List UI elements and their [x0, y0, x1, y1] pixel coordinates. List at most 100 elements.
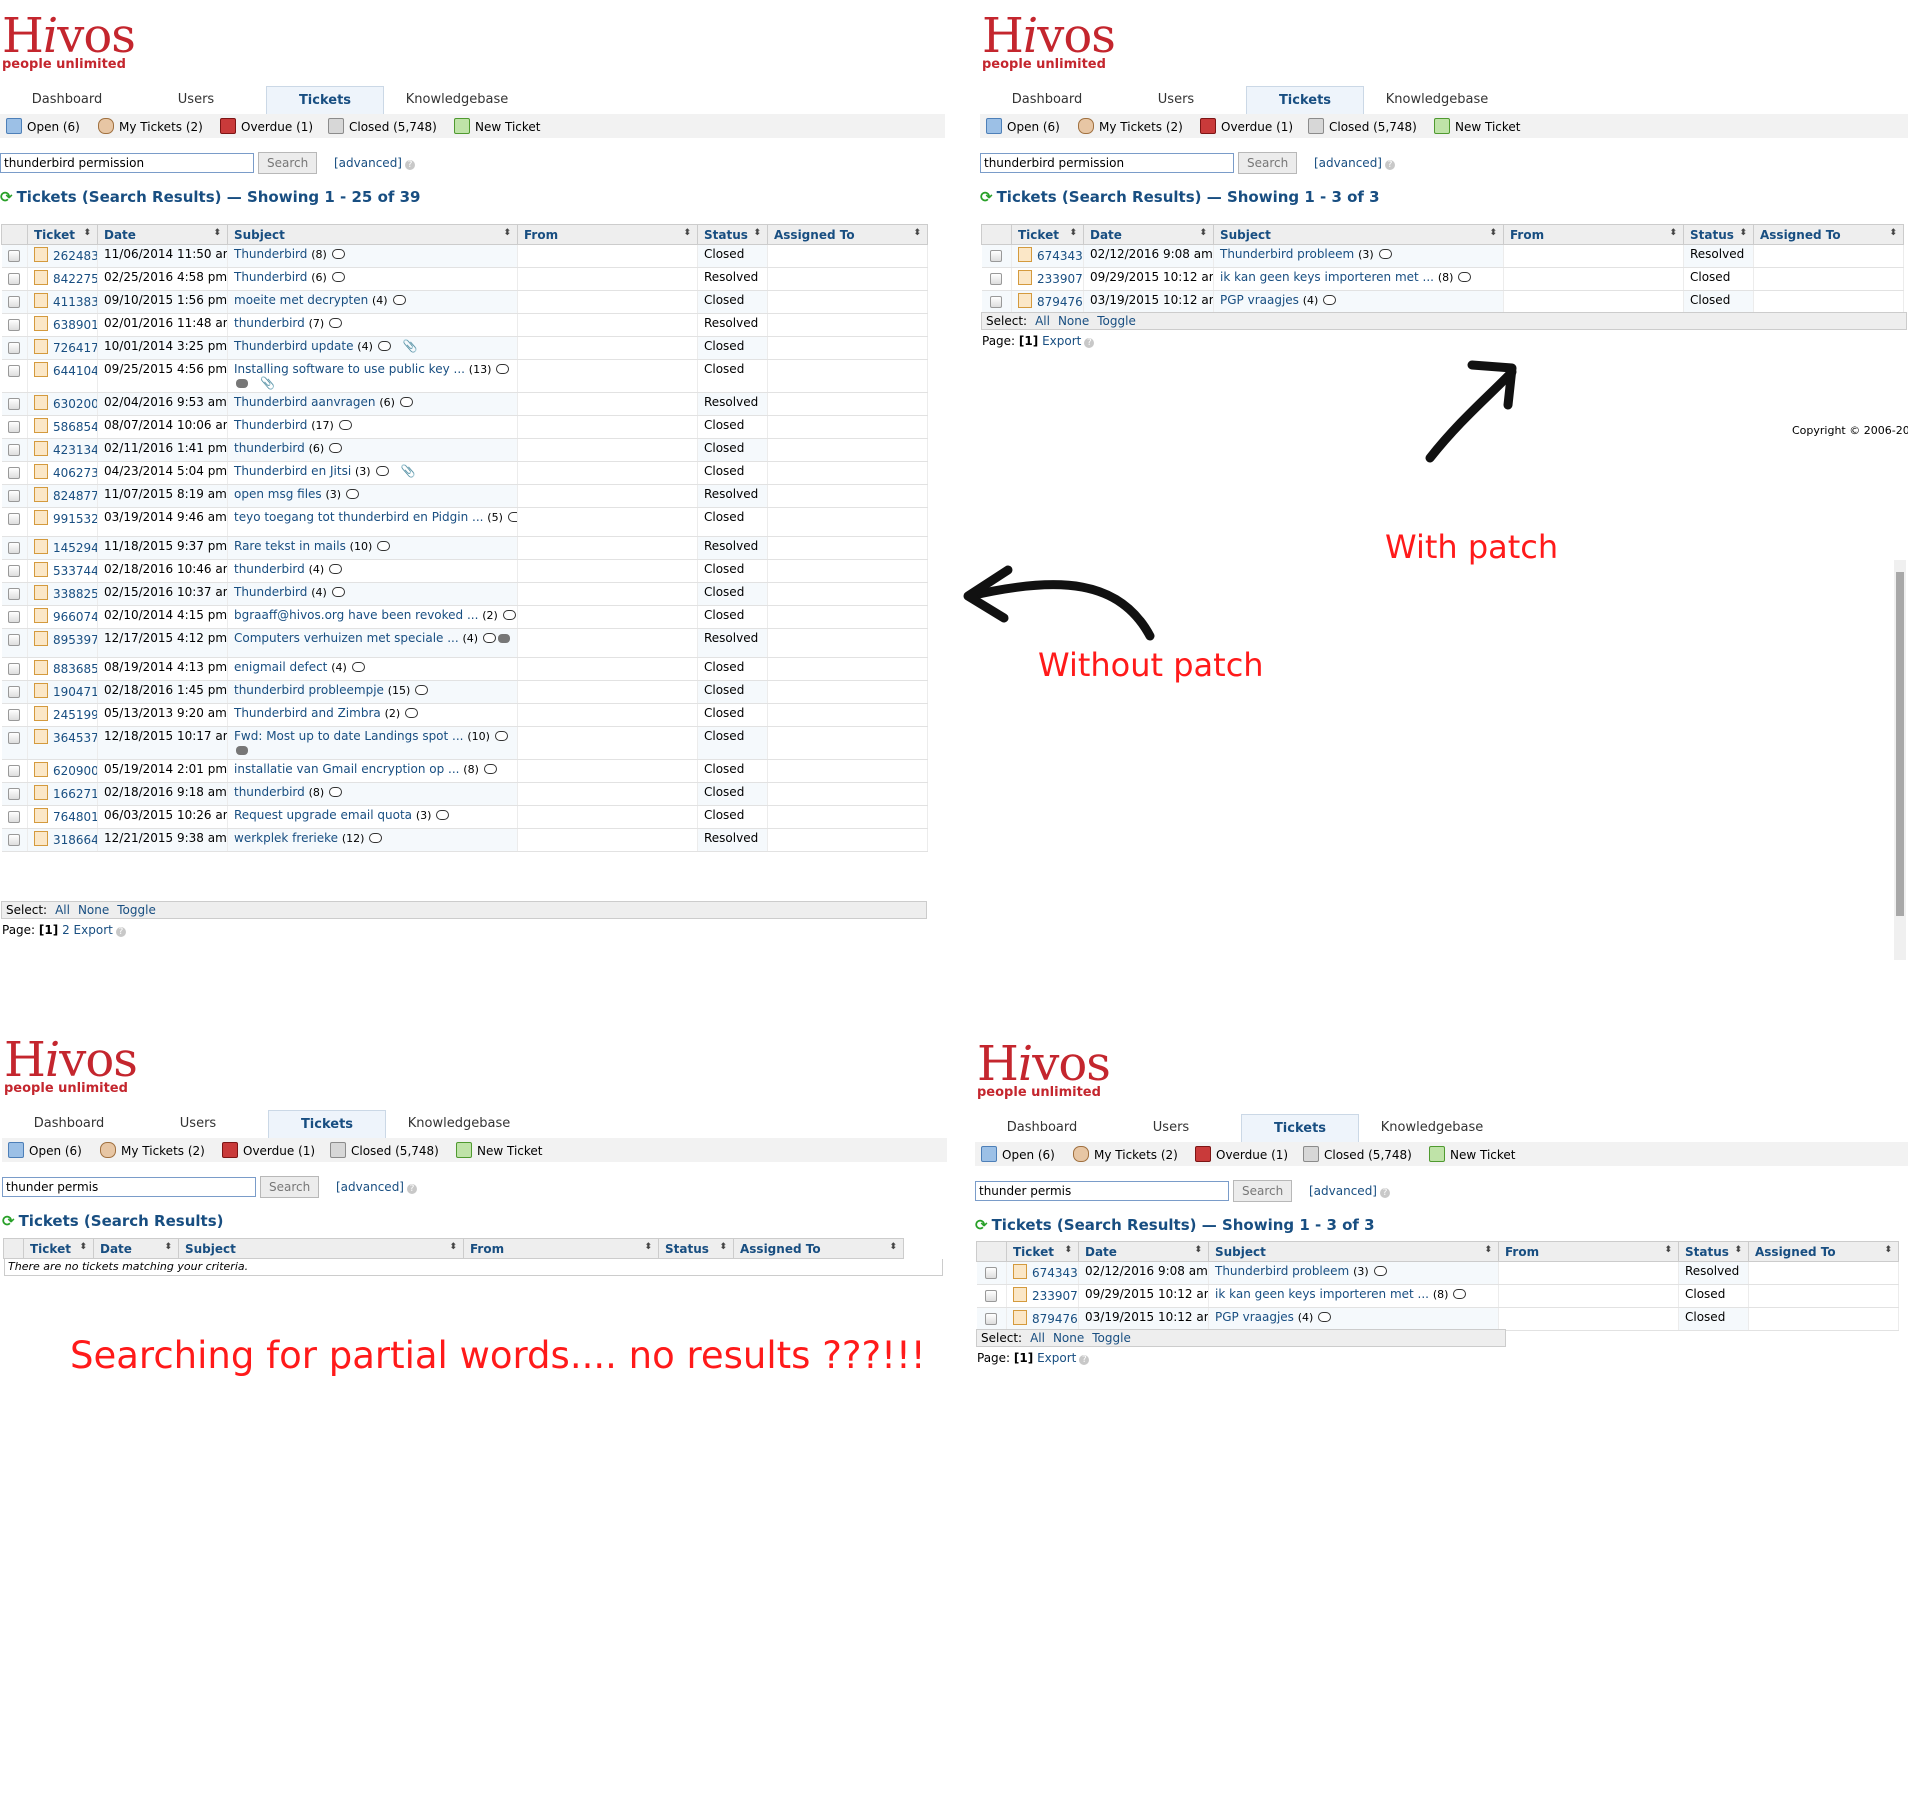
ticket-subject[interactable]: PGP vraagjes [1220, 293, 1299, 307]
ticket-number-cell[interactable]: 674343 [1006, 1261, 1079, 1285]
ticket-number[interactable]: 338825 [53, 587, 97, 601]
new-ticket-link[interactable]: New Ticket [456, 1142, 543, 1158]
tab-users[interactable]: Users [1121, 1114, 1221, 1142]
ticket-number[interactable]: 145294 [53, 541, 97, 555]
tab-dashboard[interactable]: Dashboard [2, 86, 132, 114]
open-tickets-link[interactable]: Open (6) [6, 118, 80, 134]
row-checkbox[interactable] [8, 709, 21, 721]
ticket-number-cell[interactable]: 883685 [27, 657, 98, 681]
advanced-search-link[interactable]: [advanced]? [1309, 1184, 1390, 1198]
column-header-from[interactable]: From ⬍ [463, 1238, 659, 1259]
tab-knowledgebase[interactable]: Knowledgebase [1357, 1114, 1507, 1142]
ticket-subject[interactable]: Installing software to use public key ..… [234, 362, 465, 376]
search-button[interactable]: Search [1238, 152, 1298, 174]
ticket-number-cell[interactable]: 233907 [1006, 1284, 1079, 1308]
ticket-number[interactable]: 166271 [53, 787, 97, 801]
ticket-number[interactable]: 991532 [53, 512, 97, 526]
ticket-subject[interactable]: thunderbird [234, 562, 305, 576]
refresh-icon[interactable]: ⟳ [2, 1212, 15, 1230]
ticket-number-cell[interactable]: 991532 [27, 507, 98, 537]
table-row[interactable]: 991532 03/19/2014 9:46 am teyo toegang tot… [1, 507, 928, 537]
table-row[interactable]: 966074 02/10/2014 4:15 pm bgraaff@hivos.or… [1, 605, 928, 629]
column-header-assigned[interactable]: Assigned To ⬍ [1753, 224, 1904, 245]
ticket-number[interactable]: 842275 [53, 272, 97, 286]
column-header-date[interactable]: Date ⬍ [1083, 224, 1214, 245]
tab-users[interactable]: Users [148, 1110, 248, 1138]
open-tickets-link[interactable]: Open (6) [981, 1146, 1055, 1162]
ticket-number-cell[interactable]: 406273 [27, 461, 98, 485]
ticket-number[interactable]: 644104 [53, 364, 97, 378]
ticket-subject[interactable]: Request upgrade email quota [234, 808, 412, 822]
column-header-from[interactable]: From ⬍ [1503, 224, 1684, 245]
ticket-number-cell[interactable]: 630200 [27, 392, 98, 416]
ticket-subject[interactable]: ik kan geen keys importeren met ... [1215, 1287, 1429, 1301]
table-row[interactable]: 644104 09/25/2015 4:56 pm Installing softw… [1, 359, 928, 393]
table-row[interactable]: 533744 02/18/2016 10:46 am thunderbird (4)… [1, 559, 928, 583]
select-none-link[interactable]: None [1058, 314, 1089, 328]
search-button[interactable]: Search [1233, 1180, 1293, 1202]
new-ticket-link[interactable]: New Ticket [1434, 118, 1521, 134]
table-row[interactable]: 318664 12/21/2015 9:38 am werkplek freriek… [1, 828, 928, 852]
table-row[interactable]: 190471 02/18/2016 1:45 pm thunderbird prob… [1, 680, 928, 704]
table-row[interactable]: 364537 12/18/2015 10:17 am Fwd: Most up to… [1, 726, 928, 760]
tab-knowledgebase[interactable]: Knowledgebase [384, 1110, 534, 1138]
closed-tickets-link[interactable]: Closed (5,748) [1308, 118, 1417, 134]
refresh-icon[interactable]: ⟳ [980, 188, 993, 206]
ticket-number[interactable]: 674343 [1037, 249, 1083, 263]
help-icon[interactable]: ? [407, 1184, 417, 1194]
ticket-subject[interactable]: ik kan geen keys importeren met ... [1220, 270, 1434, 284]
refresh-icon[interactable]: ⟳ [0, 188, 13, 206]
table-row[interactable]: 338825 02/15/2016 10:37 am Thunderbird (4)… [1, 582, 928, 606]
row-checkbox[interactable] [990, 296, 1003, 308]
ticket-number-cell[interactable]: 145294 [27, 536, 98, 560]
row-checkbox[interactable] [8, 467, 21, 479]
table-row[interactable]: 233907 09/29/2015 10:12 am ik kan geen key… [976, 1284, 1899, 1308]
ticket-subject[interactable]: Thunderbird en Jitsi [234, 464, 351, 478]
ticket-number[interactable]: 966074 [53, 610, 97, 624]
row-checkbox[interactable] [8, 296, 21, 308]
search-input[interactable] [0, 153, 254, 173]
ticket-number-cell[interactable]: 190471 [27, 680, 98, 704]
ticket-number-cell[interactable]: 533744 [27, 559, 98, 583]
ticket-number-cell[interactable]: 620900 [27, 759, 98, 783]
ticket-number[interactable]: 630200 [53, 397, 97, 411]
row-checkbox[interactable] [8, 273, 21, 285]
ticket-number[interactable]: 895397 [53, 633, 97, 647]
table-row[interactable]: 620900 05/19/2014 2:01 pm installatie van … [1, 759, 928, 783]
column-header-assigned[interactable]: Assigned To ⬍ [767, 224, 928, 245]
help-icon[interactable]: ? [1084, 338, 1095, 348]
ticket-subject[interactable]: Thunderbird update [234, 339, 353, 353]
ticket-number[interactable]: 879476 [1037, 295, 1083, 309]
ticket-number[interactable]: 406273 [53, 466, 97, 480]
select-all-link[interactable]: All [1030, 1331, 1045, 1345]
table-row[interactable]: 406273 04/23/2014 5:04 pm Thunderbird en J… [1, 461, 928, 485]
column-header-ticket[interactable]: Ticket ⬍ [1011, 224, 1084, 245]
table-row[interactable]: 764801 06/03/2015 10:26 am Request upgrade… [1, 805, 928, 829]
column-header-date[interactable]: Date ⬍ [97, 224, 228, 245]
column-header-status[interactable]: Status ⬍ [658, 1238, 734, 1259]
table-row[interactable]: 245199 05/13/2013 9:20 am Thunderbird and … [1, 703, 928, 727]
row-checkbox[interactable] [985, 1313, 998, 1325]
search-input[interactable] [2, 1177, 256, 1197]
ticket-number-cell[interactable]: 364537 [27, 726, 98, 760]
ticket-subject[interactable]: PGP vraagjes [1215, 1310, 1294, 1324]
tab-dashboard[interactable]: Dashboard [4, 1110, 134, 1138]
column-header-status[interactable]: Status ⬍ [697, 224, 768, 245]
ticket-subject[interactable]: Rare tekst in mails [234, 539, 346, 553]
ticket-number[interactable]: 364537 [53, 731, 97, 745]
ticket-number-cell[interactable]: 262483 [27, 244, 98, 268]
row-checkbox[interactable] [8, 398, 21, 410]
column-header-ticket[interactable]: Ticket ⬍ [23, 1238, 94, 1259]
ticket-subject[interactable]: thunderbird probleempje [234, 683, 384, 697]
ticket-number-cell[interactable]: 166271 [27, 782, 98, 806]
row-checkbox[interactable] [8, 490, 21, 502]
my-tickets-link[interactable]: My Tickets (2) [1073, 1146, 1178, 1162]
table-row[interactable]: 879476 03/19/2015 10:12 am PGP vraagjes (4… [981, 290, 1904, 314]
ticket-number-cell[interactable]: 644104 [27, 359, 98, 393]
column-header-assigned[interactable]: Assigned To ⬍ [1748, 1241, 1899, 1262]
row-checkbox[interactable] [8, 732, 21, 744]
column-header-from[interactable]: From ⬍ [517, 224, 698, 245]
table-row[interactable]: 674343 02/12/2016 9:08 am Thunderbird prob… [981, 244, 1904, 268]
my-tickets-link[interactable]: My Tickets (2) [100, 1142, 205, 1158]
ticket-number[interactable]: 726417 [53, 341, 97, 355]
